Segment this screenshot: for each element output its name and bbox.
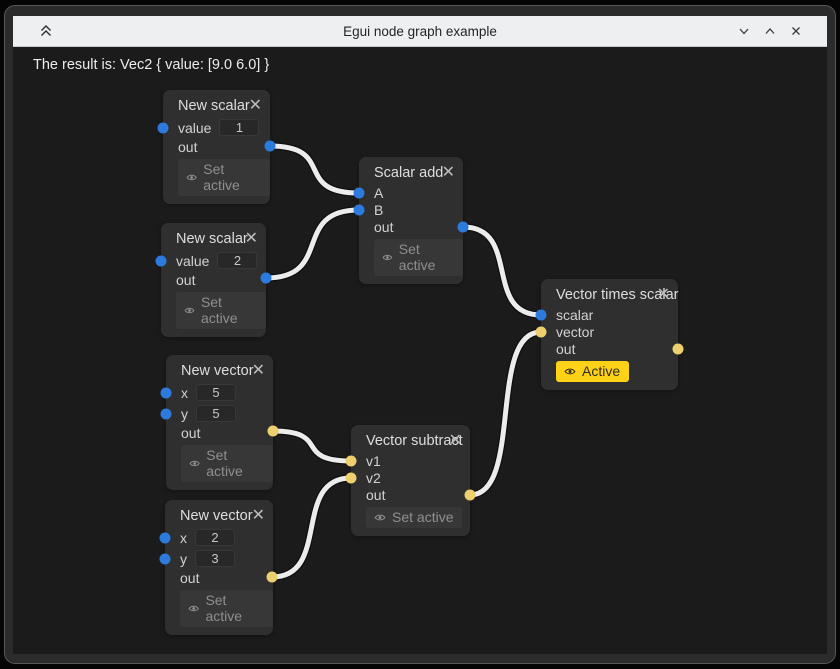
row-label: scalar <box>556 307 593 323</box>
row-label: y <box>180 551 187 567</box>
row-label: v2 <box>366 470 381 486</box>
result-text: The result is: Vec2 { value: [9.0 6.0] } <box>33 57 269 73</box>
node-new-scalar-2[interactable]: New scalar ✕ value 2 out Set active <box>161 223 266 337</box>
set-active-button[interactable]: Set active <box>176 292 266 329</box>
value-drag-input[interactable]: 5 <box>196 384 236 401</box>
node-row-vector: vector <box>541 323 678 340</box>
connection-wire-outline <box>266 210 359 278</box>
node-row-out: out <box>161 271 266 288</box>
connection-wire <box>272 478 351 577</box>
connection-wire-outline <box>273 431 351 461</box>
node-row-v1: v1 <box>351 452 470 469</box>
row-label: out <box>178 139 197 155</box>
row-label: value <box>178 120 211 136</box>
row-label: vector <box>556 324 594 340</box>
close-node-icon[interactable]: ✕ <box>449 430 462 452</box>
eye-icon <box>564 366 576 377</box>
node-row-value: value 1 <box>163 117 270 138</box>
close-node-icon[interactable]: ✕ <box>249 95 262 117</box>
eye-icon <box>186 172 197 183</box>
row-label: out <box>176 272 195 288</box>
node-row-v2: v2 <box>351 469 470 486</box>
graph-stage: The result is: Vec2 { value: [9.0 6.0] }… <box>0 0 840 669</box>
set-active-button[interactable]: Set active <box>366 507 462 528</box>
node-new-vector-1[interactable]: New vector ✕x5y5out Set active <box>166 355 273 490</box>
node-row-B: B <box>359 201 463 218</box>
button-label: Set active <box>203 161 261 193</box>
connection-wire <box>273 431 351 461</box>
connection-wire <box>463 227 541 315</box>
connection-wire <box>270 146 359 193</box>
row-label: out <box>374 219 393 235</box>
close-node-icon[interactable]: ✕ <box>252 505 265 527</box>
node-title: New vector <box>181 363 254 379</box>
row-label: out <box>180 570 199 586</box>
row-label: v1 <box>366 453 381 469</box>
row-label: A <box>374 185 383 201</box>
node-title: New scalar <box>176 231 248 247</box>
node-title: New vector <box>180 508 253 524</box>
eye-icon <box>382 252 393 263</box>
node-row-out: out <box>163 138 270 155</box>
connection-wire-outline <box>470 332 541 495</box>
node-row-A: A <box>359 184 463 201</box>
close-node-icon[interactable]: ✕ <box>245 228 258 250</box>
set-active-button[interactable]: Set active <box>180 590 273 627</box>
node-row-value: value 2 <box>161 250 266 271</box>
wires-layer <box>0 0 840 669</box>
node-vector-times-scalar[interactable]: Vector times scalar ✕scalarvectorout Act… <box>541 279 678 390</box>
node-vector-subtract[interactable]: Vector subtract ✕v1v2out Set active <box>351 425 470 536</box>
row-label: value <box>176 253 209 269</box>
node-new-vector-2[interactable]: New vector ✕x2y3out Set active <box>165 500 273 635</box>
node-row-x: x2 <box>165 527 273 548</box>
node-new-scalar-1[interactable]: New scalar ✕ value 1 out Set active <box>163 90 270 204</box>
node-row-out: out <box>166 424 273 441</box>
eye-icon <box>374 512 386 523</box>
button-label: Set active <box>205 592 264 624</box>
node-row-y: y5 <box>166 403 273 424</box>
value-drag-input[interactable]: 3 <box>195 550 235 567</box>
row-label: out <box>181 425 200 441</box>
close-node-icon[interactable]: ✕ <box>442 162 455 184</box>
set-active-button[interactable]: Set active <box>374 239 463 276</box>
row-label: B <box>374 202 383 218</box>
node-row-y: y3 <box>165 548 273 569</box>
eye-icon <box>188 603 199 614</box>
connection-wire-outline <box>272 478 351 577</box>
active-button[interactable]: Active <box>556 361 629 382</box>
node-row-out: out <box>359 218 463 235</box>
node-title: Scalar add <box>374 165 443 181</box>
row-label: x <box>180 530 187 546</box>
close-node-icon[interactable]: ✕ <box>252 360 265 382</box>
connection-wire <box>470 332 541 495</box>
node-row-out: out <box>165 569 273 586</box>
connection-wire-outline <box>463 227 541 315</box>
value-drag-input[interactable]: 5 <box>196 405 236 422</box>
node-row-out: out <box>541 340 678 357</box>
row-label: out <box>556 341 575 357</box>
connection-wire-outline <box>270 146 359 193</box>
set-active-button[interactable]: Set active <box>181 445 273 482</box>
node-scalar-add[interactable]: Scalar add ✕ ABout Set active <box>359 157 463 284</box>
row-label: x <box>181 385 188 401</box>
node-row-x: x5 <box>166 382 273 403</box>
value-drag-input[interactable]: 1 <box>219 119 259 136</box>
close-node-icon[interactable]: ✕ <box>657 284 670 306</box>
connection-wire <box>266 210 359 278</box>
row-label: y <box>181 406 188 422</box>
button-label: Set active <box>201 294 257 326</box>
node-row-out: out <box>351 486 470 503</box>
eye-icon <box>184 305 195 316</box>
set-active-button[interactable]: Set active <box>178 159 270 196</box>
eye-icon <box>189 458 200 469</box>
node-row-scalar: scalar <box>541 306 678 323</box>
row-label: out <box>366 487 385 503</box>
button-label: Set active <box>206 447 264 479</box>
value-drag-input[interactable]: 2 <box>217 252 257 269</box>
button-label: Set active <box>392 509 453 525</box>
value-drag-input[interactable]: 2 <box>195 529 235 546</box>
node-title: New scalar <box>178 98 250 114</box>
button-label: Active <box>582 363 620 379</box>
button-label: Set active <box>399 241 454 273</box>
